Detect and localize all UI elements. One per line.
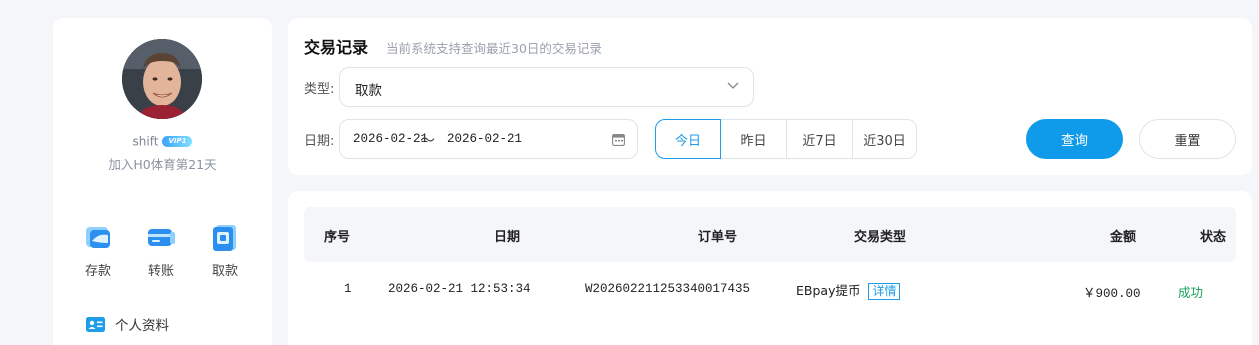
withdraw-label: 取款 xyxy=(211,264,238,279)
avatar[interactable] xyxy=(122,39,202,119)
header-order: 订单号 xyxy=(698,230,738,245)
range-yesterday-button[interactable]: 昨日 xyxy=(721,119,787,159)
detail-button[interactable]: 详情 xyxy=(868,283,901,300)
user-sidebar: shift VIP1 加入H0体育第21天 存款 转账 取款 个人资料 xyxy=(53,18,272,345)
menu-item-label: 个人资料 xyxy=(115,318,169,334)
table-header: 序号 日期 订单号 交易类型 金额 状态 xyxy=(304,207,1236,262)
avatar-image xyxy=(122,39,202,119)
type-label: 类型: xyxy=(304,82,335,97)
deposit-action[interactable]: 存款 xyxy=(73,221,123,279)
type-select[interactable]: 取款 xyxy=(339,67,754,107)
range-30days-button[interactable]: 近30日 xyxy=(853,119,917,159)
status-badge: 成功 xyxy=(1178,285,1204,300)
date-end-input[interactable]: 2026-02-21 xyxy=(447,132,522,146)
vip-badge: VIP1 xyxy=(162,136,193,147)
date-range-tabs: 今日 昨日 近7日 近30日 xyxy=(655,119,917,159)
deposit-card-icon xyxy=(86,227,110,248)
header-status: 状态 xyxy=(1200,230,1227,245)
id-card-icon xyxy=(86,316,105,332)
cell-order: W202602211253340017435 xyxy=(585,282,751,296)
type-select-value: 取款 xyxy=(355,83,382,99)
query-button[interactable]: 查询 xyxy=(1026,119,1123,159)
header-amount: 金额 xyxy=(1110,230,1137,245)
calendar-icon[interactable] xyxy=(612,133,625,146)
joined-days-text: 加入H0体育第21天 xyxy=(108,157,217,172)
header-date: 日期 xyxy=(494,230,521,245)
transfer-card-icon xyxy=(148,229,175,246)
header-seq: 序号 xyxy=(324,230,351,245)
date-range-separator: 〜 xyxy=(420,131,436,149)
date-start-input[interactable]: 2026-02-21 xyxy=(353,132,428,146)
transfer-label: 转账 xyxy=(147,264,174,279)
table-row: 1 2026-02-21 12:53:34 W20260221125334001… xyxy=(304,262,1236,318)
username: shift xyxy=(132,134,159,149)
date-range-picker[interactable]: 2026-02-21 〜 2026-02-21 xyxy=(339,119,638,159)
date-label: 日期: xyxy=(304,134,335,149)
withdraw-icon xyxy=(213,225,236,251)
cell-type: EBpay提币 详情 xyxy=(796,280,901,300)
reset-button[interactable]: 重置 xyxy=(1139,119,1236,159)
chevron-down-icon xyxy=(727,82,739,89)
type-text: EBpay提币 xyxy=(796,283,861,298)
page-title: 交易记录 xyxy=(304,40,369,57)
cell-date: 2026-02-21 12:53:34 xyxy=(388,282,531,296)
search-panel: 交易记录 当前系统支持查询最近30日的交易记录 类型: 取款 日期: 2026-… xyxy=(288,18,1252,175)
header-type: 交易类型 xyxy=(854,230,907,245)
cell-amount: ￥900.00 xyxy=(1083,287,1141,301)
username-row: shift VIP1 xyxy=(53,134,272,149)
withdraw-action[interactable]: 取款 xyxy=(200,221,250,279)
transactions-table: 序号 日期 订单号 交易类型 金额 状态 1 2026-02-21 12:53:… xyxy=(288,191,1252,345)
menu-item-profile[interactable]: 个人资料 xyxy=(86,314,169,334)
page-subtitle: 当前系统支持查询最近30日的交易记录 xyxy=(386,41,602,56)
range-7days-button[interactable]: 近7日 xyxy=(787,119,853,159)
transfer-action[interactable]: 转账 xyxy=(136,221,186,279)
cell-seq: 1 xyxy=(344,282,352,296)
range-today-button[interactable]: 今日 xyxy=(655,119,721,159)
deposit-label: 存款 xyxy=(84,264,111,279)
